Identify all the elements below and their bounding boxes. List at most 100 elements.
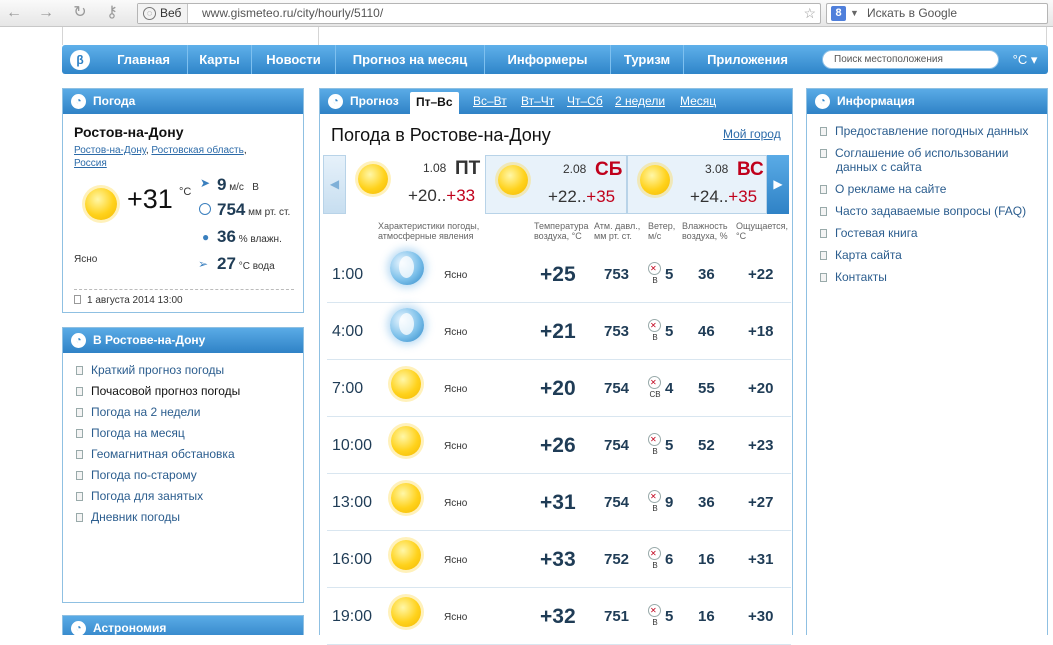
pressure: 754 мм рт. ст. xyxy=(217,200,291,219)
sun-icon xyxy=(85,188,117,220)
info-link-data[interactable]: Предоставление погодных данных xyxy=(820,124,1042,138)
row-time: 4:00 xyxy=(332,323,364,340)
row-time: 7:00 xyxy=(332,380,364,397)
row-feels: +31 xyxy=(748,551,774,568)
row-feels: +27 xyxy=(748,494,774,511)
nav-tourism[interactable]: Туризм xyxy=(610,45,683,74)
sun-icon xyxy=(391,540,421,570)
chevron-down-icon[interactable]: ▼ xyxy=(850,4,859,23)
city-link-month[interactable]: Погода на месяц xyxy=(76,426,185,440)
search-placeholder[interactable]: Искать в Google xyxy=(867,4,957,23)
key-icon[interactable]: ⚷ xyxy=(102,3,122,23)
city-link-short[interactable]: Краткий прогноз погоды xyxy=(76,363,224,377)
wind-direction-icon: ✕ СВ xyxy=(648,376,661,399)
address-bar[interactable]: ◌ Веб www.gismeteo.ru/city/hourly/5110/ ☆ xyxy=(137,3,821,24)
weather-box-header: ◔ Погода xyxy=(63,89,303,114)
moon-icon xyxy=(390,308,424,342)
forecast-heading: Погода в Ростове-на-Дону xyxy=(331,125,551,145)
row-humidity: 52 xyxy=(698,437,715,454)
tab-2weeks[interactable]: 2 недели xyxy=(615,89,665,114)
gismeteo-logo-icon: ◔ xyxy=(328,94,343,109)
tab-sun-tue[interactable]: Вс–Вт xyxy=(473,89,507,114)
updated-time: 1 августа 2014 13:00 xyxy=(74,295,183,306)
row-feels: +18 xyxy=(748,323,774,340)
forward-icon[interactable]: → xyxy=(36,3,56,23)
site-badge[interactable]: ◌ Веб xyxy=(138,4,189,23)
day-tab-sat[interactable]: 2.08 СБ +22..+35 xyxy=(485,155,627,214)
nav-informers[interactable]: Информеры xyxy=(484,45,610,74)
city-link-geomagnetic[interactable]: Геомагнитная обстановка xyxy=(76,447,235,461)
info-link-contacts[interactable]: Контакты xyxy=(820,270,1042,284)
row-pressure: 754 xyxy=(604,380,630,397)
header-feels: Ощущается, °С xyxy=(736,221,789,241)
nav-main[interactable]: Главная xyxy=(100,45,187,74)
info-link-sitemap[interactable]: Карта сайта xyxy=(820,248,1042,262)
browser-toolbar: ← → ↻ ⚷ ◌ Веб www.gismeteo.ru/city/hourly… xyxy=(0,0,1053,27)
tab-thu-sat[interactable]: Чт–Сб xyxy=(567,89,603,114)
globe-icon: ◌ xyxy=(143,7,156,20)
row-temp: +20 xyxy=(540,377,576,400)
info-link-ads[interactable]: О рекламе на сайте xyxy=(820,182,1042,196)
sun-icon xyxy=(391,597,421,627)
day-name: СБ xyxy=(595,159,623,180)
info-link-faq[interactable]: Часто задаваемые вопросы (FAQ) xyxy=(820,204,1042,218)
gismeteo-logo-icon: ◔ xyxy=(71,94,86,109)
row-wind: 9 xyxy=(665,494,674,511)
temp-unit: °C xyxy=(179,186,192,198)
header-temp: Температура воздуха, °С xyxy=(534,221,589,241)
url-text[interactable]: www.gismeteo.ru/city/hourly/5110/ xyxy=(202,4,383,23)
header-conditions: Характеристики погоды, атмосферные явлен… xyxy=(378,221,480,241)
city-link-busy[interactable]: Погода для занятых xyxy=(76,489,203,503)
nav-maps[interactable]: Карты xyxy=(187,45,251,74)
my-city-link[interactable]: Мой город xyxy=(723,127,781,141)
forecast-row: 16:00 Ясно +33 752 ✕ В 6 16 +31 xyxy=(327,531,791,588)
city-link-2weeks[interactable]: Погода на 2 недели xyxy=(76,405,201,419)
header-wind: Ветер, м/с xyxy=(648,221,676,241)
back-icon[interactable]: ← xyxy=(4,3,24,23)
city-link-hourly[interactable]: Почасовой прогноз погоды xyxy=(76,384,240,398)
info-link-agreement[interactable]: Соглашение об использовании данных с сай… xyxy=(820,146,1042,174)
unit-select[interactable]: °C ▾ xyxy=(1002,45,1048,74)
day-tab-sun[interactable]: 3.08 ВС +24..+35 xyxy=(627,155,767,214)
tab-tue-thu[interactable]: Вт–Чт xyxy=(521,89,554,114)
site-nav: β Главная Карты Новости Прогноз на месяц… xyxy=(62,45,1048,74)
nav-news[interactable]: Новости xyxy=(251,45,335,74)
nav-month[interactable]: Прогноз на месяц xyxy=(335,45,484,74)
tab-fri-sun[interactable]: Пт–Вс xyxy=(410,92,459,114)
info-link-guestbook[interactable]: Гостевая книга xyxy=(820,226,1042,240)
wind-direction-icon: ✕ В xyxy=(646,602,664,628)
gismeteo-logo[interactable]: β xyxy=(70,50,90,70)
city-link-diary[interactable]: Дневник погоды xyxy=(76,510,180,524)
current-temp: +31 xyxy=(127,184,173,214)
browser-search-box[interactable]: 8 ▼ Искать в Google xyxy=(826,3,1048,24)
gismeteo-logo-icon: ◔ xyxy=(71,333,86,348)
reload-icon[interactable]: ↻ xyxy=(70,3,90,23)
row-time: 19:00 xyxy=(332,608,373,625)
info-box-header: ◔ Информация xyxy=(807,89,1047,114)
current-weather-box: ◔ Погода Ростов-на-Дону Ростов-на-Дону, Р… xyxy=(62,88,304,313)
row-temp: +21 xyxy=(540,320,576,343)
moon-icon xyxy=(390,251,424,285)
humidity: 36 % влажн. xyxy=(217,227,282,246)
prev-days-button[interactable]: ◀ xyxy=(323,155,346,214)
bookmark-star-icon[interactable]: ☆ xyxy=(803,4,816,23)
google-icon[interactable]: 8 xyxy=(831,6,846,21)
forecast-row: 7:00 Ясно +20 754 ✕ СВ 4 55 +20 xyxy=(327,360,791,417)
nav-apps[interactable]: Приложения xyxy=(683,45,811,74)
location-search-input[interactable]: Поиск местоположения xyxy=(822,50,999,69)
row-wind: 5 xyxy=(665,437,674,454)
day-name: ПТ xyxy=(455,158,481,179)
condition-text: Ясно xyxy=(74,254,98,265)
forecast-tabs-bar: ◔ Прогноз Пт–Вс Вс–Вт Вт–Чт Чт–Сб 2 неде… xyxy=(320,89,792,114)
day-tab-fri[interactable]: 1.08 ПТ +20..+33 xyxy=(346,155,485,214)
wind-direction-icon: ✕ В xyxy=(646,260,664,286)
astronomy-box: ◔ Астрономия xyxy=(62,615,304,635)
row-condition: Ясно xyxy=(444,612,468,623)
row-temp: +32 xyxy=(540,605,576,628)
tab-month[interactable]: Месяц xyxy=(680,89,716,114)
row-humidity: 46 xyxy=(698,323,715,340)
next-days-button[interactable]: ▶ xyxy=(767,155,789,214)
city-link-old[interactable]: Погода по-старому xyxy=(76,468,197,482)
row-humidity: 16 xyxy=(698,551,715,568)
row-temp: +33 xyxy=(540,548,576,571)
